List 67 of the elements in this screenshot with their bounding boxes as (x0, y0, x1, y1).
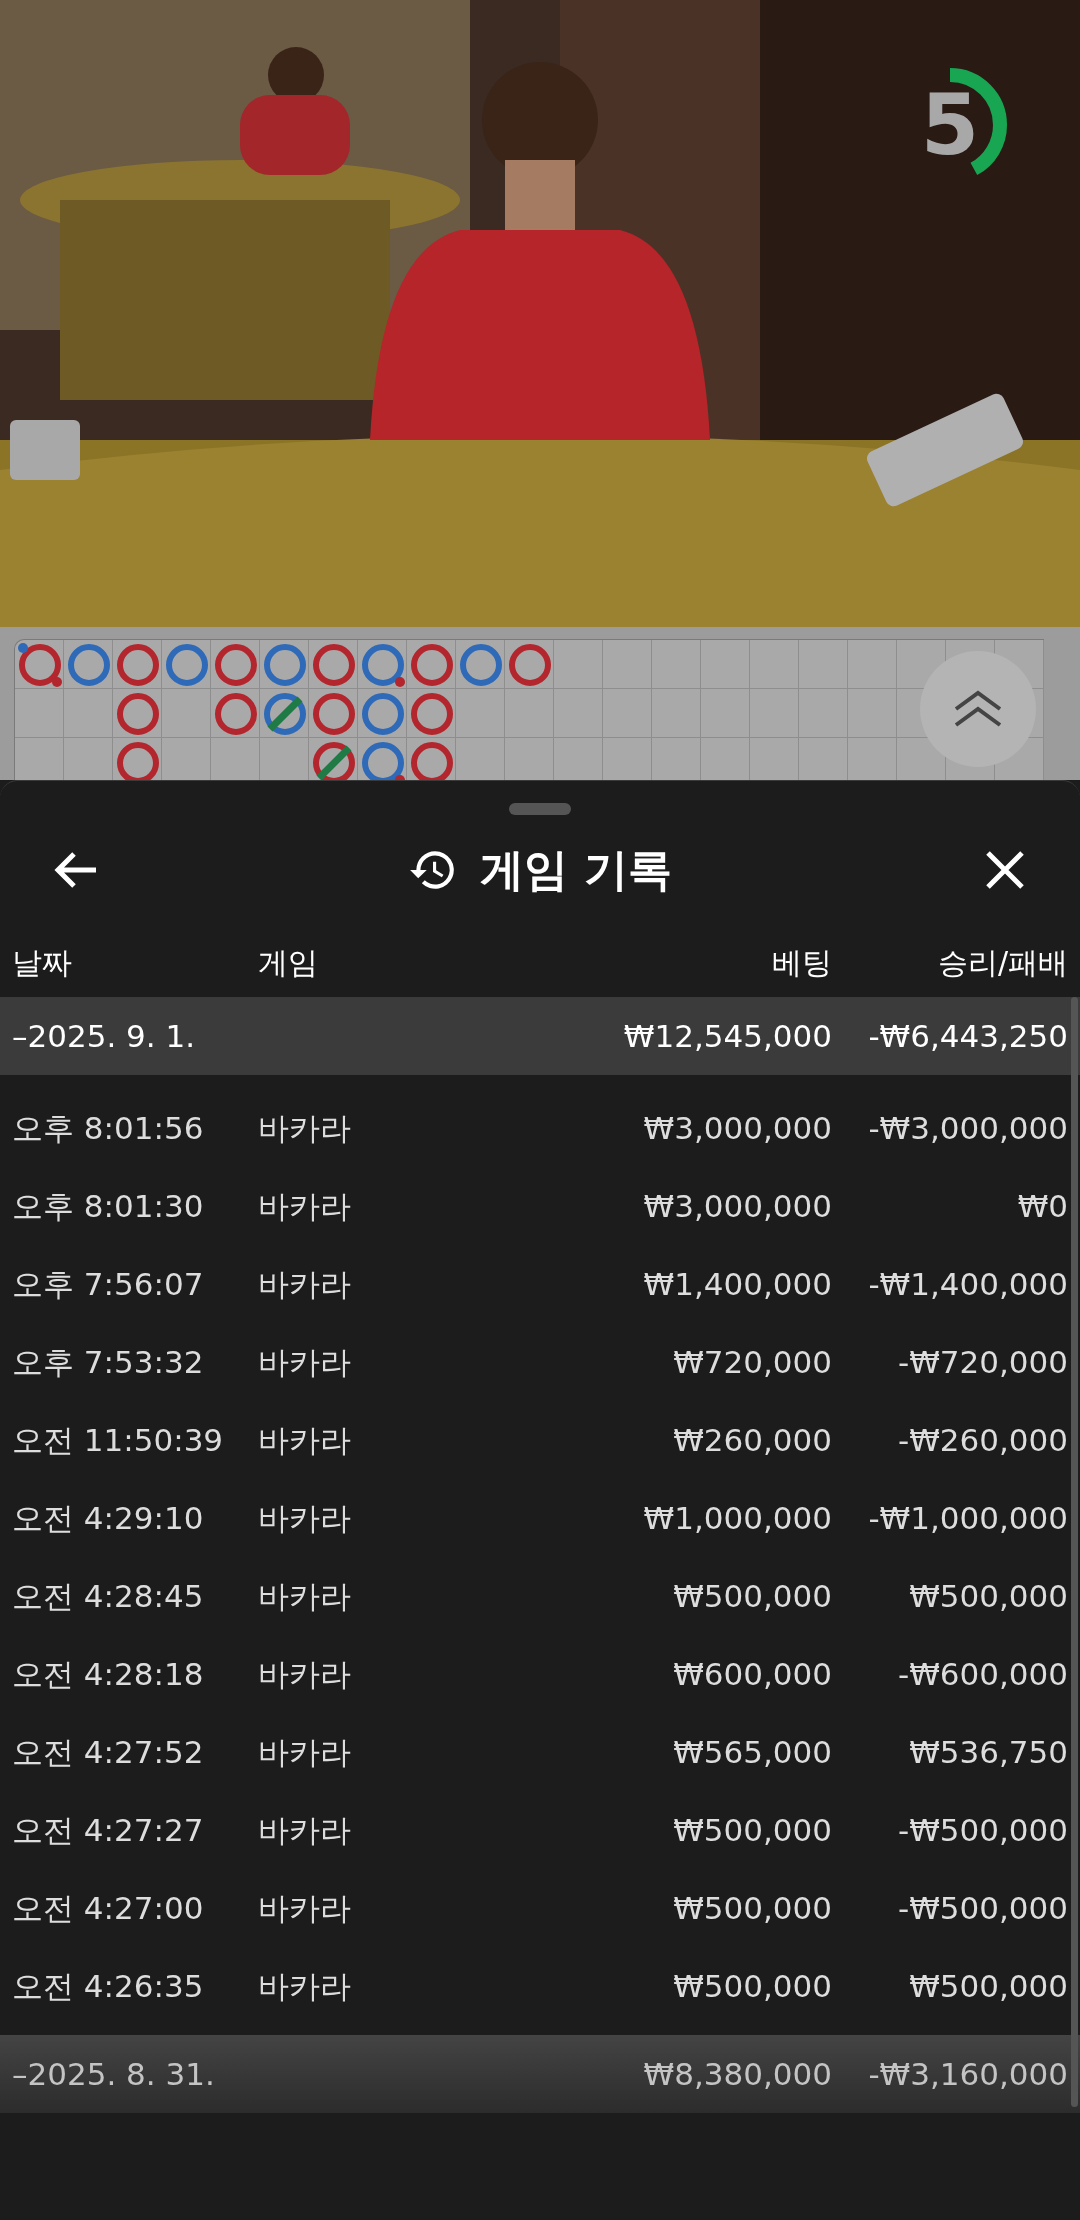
sheet-title: 게임 기록 (480, 843, 672, 897)
time-cell-text: 오전 4:28:45 (11, 1576, 205, 1616)
result-cell-text: ₩0 (1016, 1186, 1069, 1226)
back-arrow-icon (52, 850, 98, 890)
result-cell-text: ₩536,750 (908, 1732, 1069, 1772)
time-cell-text: 오전 4:26:35 (11, 1966, 205, 2006)
result-cell-text: -₩1,400,000 (867, 1264, 1069, 1304)
result-cell-text: -₩600,000 (896, 1654, 1069, 1694)
time-cell-text: 오후 7:56:07 (11, 1264, 205, 1304)
result-cell-text: -₩1,000,000 (867, 1498, 1069, 1538)
bet-cell-text: ₩500,000 (672, 1810, 832, 1850)
bet-cell-text: ₩1,400,000 (642, 1264, 832, 1304)
column-header: 베팅 (771, 944, 832, 982)
game-cell-text: 바카라 (258, 1576, 352, 1616)
game-cell-text: 바카라 (258, 1420, 352, 1460)
close-icon (984, 849, 1026, 891)
date-group-row[interactable]: –2025. 8. 31. ₩8,380,000 -₩3,160,000 (0, 2035, 1080, 2113)
bet-cell-text: ₩500,000 (672, 1966, 832, 2006)
time-cell-text: 오전 4:27:00 (11, 1888, 205, 1928)
bet-cell-text: ₩500,000 (672, 1888, 832, 1928)
bet-cell-text: ₩500,000 (672, 1576, 832, 1616)
bet-cell-text: ₩600,000 (672, 1654, 832, 1694)
result-cell-text: ₩500,000 (908, 1576, 1069, 1616)
bet-cell-text: ₩720,000 (672, 1342, 832, 1382)
column-header: 게임 (258, 944, 319, 982)
game-cell-text: 바카라 (258, 1108, 352, 1148)
game-cell-text: 바카라 (258, 1498, 352, 1538)
group-result-total: -₩3,160,000 (867, 2054, 1069, 2094)
drag-handle[interactable] (509, 803, 571, 815)
game-cell-text: 바카라 (258, 1966, 352, 2006)
group-bet-total: ₩8,380,000 (642, 2054, 832, 2094)
time-cell-text: 오전 4:29:10 (11, 1498, 205, 1538)
bet-cell-text: ₩3,000,000 (642, 1108, 832, 1148)
bet-cell-text: ₩260,000 (672, 1420, 832, 1460)
time-cell-text: 오전 4:27:52 (11, 1732, 205, 1772)
time-cell-text: 오후 8:01:30 (11, 1186, 205, 1226)
time-cell-text: 오후 7:53:32 (11, 1342, 205, 1382)
double-chevron-up-icon (952, 689, 1004, 729)
result-cell-text: ₩500,000 (908, 1966, 1069, 2006)
game-cell-text: 바카라 (258, 1186, 352, 1226)
time-cell-text: 오전 11:50:39 (11, 1420, 225, 1460)
column-header: 날짜 (11, 944, 73, 982)
result-cell-text: -₩500,000 (896, 1810, 1069, 1850)
bet-cell-text: ₩1,000,000 (642, 1498, 832, 1538)
time-cell-text: 오전 4:27:27 (11, 1810, 205, 1850)
countdown-number: 5 (920, 83, 980, 167)
group-date: –2025. 9. 1. (11, 1016, 197, 1056)
scrollbar[interactable] (1071, 997, 1078, 2107)
bet-cell-text: ₩565,000 (672, 1732, 832, 1772)
result-cell-text: -₩3,000,000 (867, 1108, 1069, 1148)
date-group-row[interactable]: –2025. 9. 1. ₩12,545,000 -₩6,443,250 (0, 997, 1080, 1075)
group-result-total: -₩6,443,250 (867, 1016, 1069, 1056)
game-cell-text: 바카라 (258, 1888, 352, 1928)
time-cell-text: 오전 4:28:18 (11, 1654, 205, 1694)
result-cell-text: -₩720,000 (896, 1342, 1069, 1382)
game-cell-text: 바카라 (258, 1654, 352, 1694)
group-date: –2025. 8. 31. (11, 2054, 216, 2094)
bet-cell-text: ₩3,000,000 (642, 1186, 832, 1226)
group-bet-total: ₩12,545,000 (622, 1016, 832, 1056)
game-cell-text: 바카라 (258, 1732, 352, 1772)
column-header: 승리/패배 (936, 944, 1069, 982)
game-cell-text: 바카라 (258, 1342, 352, 1382)
result-cell-text: -₩260,000 (896, 1420, 1069, 1460)
game-cell-text: 바카라 (258, 1810, 352, 1850)
time-cell-text: 오후 8:01:56 (11, 1108, 205, 1148)
game-cell-text: 바카라 (258, 1264, 352, 1304)
result-cell-text: -₩500,000 (896, 1888, 1069, 1928)
